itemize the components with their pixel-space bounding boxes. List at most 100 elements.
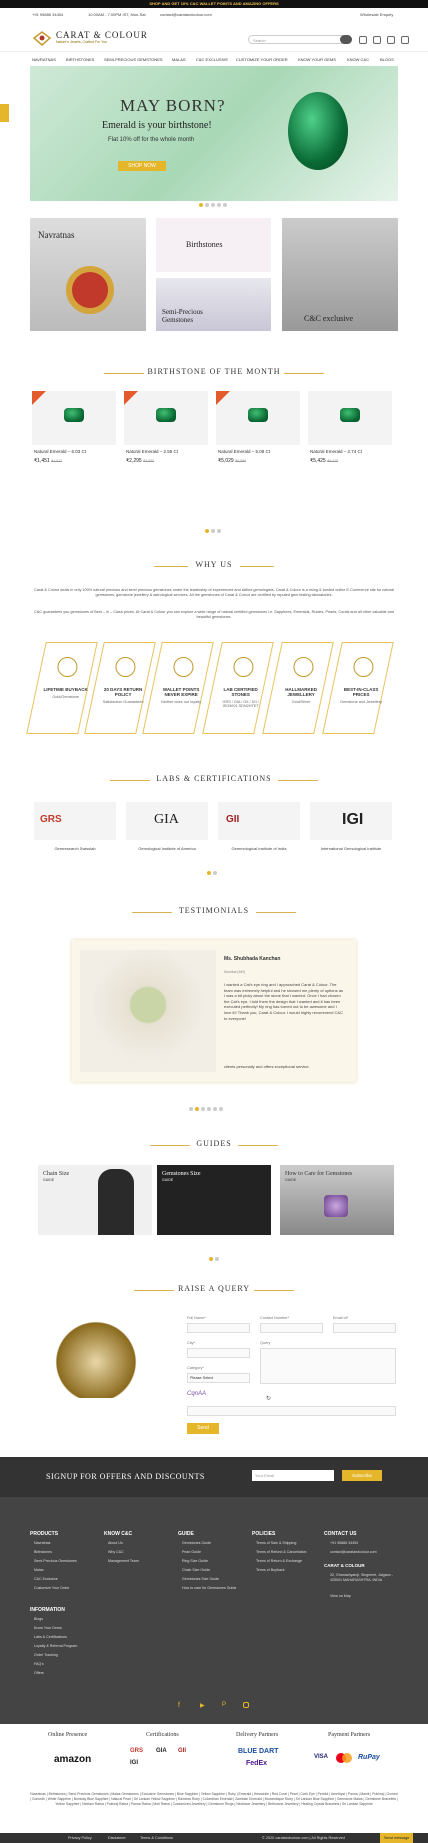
youtube-icon[interactable]: ▶	[200, 1702, 205, 1709]
footer-link[interactable]: Blogs	[34, 1617, 43, 1621]
footer-link[interactable]: Customize Your Order	[34, 1586, 69, 1590]
wholesale-link[interactable]: Wholesale Enquiry	[360, 12, 393, 17]
products-carousel-dots[interactable]	[204, 520, 222, 538]
footer-link[interactable]: Pearl Guide	[182, 1550, 201, 1554]
user-icon[interactable]	[359, 36, 367, 44]
shop-now-button[interactable]: SHOP NOW	[118, 161, 166, 171]
nav-know-cc[interactable]: KNOW C&C	[347, 57, 369, 62]
full-name-input[interactable]	[187, 1323, 250, 1333]
footer-link[interactable]: Birthstones	[34, 1550, 52, 1554]
footer-link[interactable]: C&C Exclusive	[34, 1577, 58, 1581]
cart-icon[interactable]	[387, 36, 395, 44]
hero-carousel-dots[interactable]	[198, 194, 228, 212]
search-input[interactable]: Search	[248, 35, 352, 44]
footer-link[interactable]: Management Team	[108, 1559, 139, 1563]
nav-navratnas[interactable]: NAVRATNAS	[32, 57, 56, 62]
signup-email-input[interactable]: Your Email	[252, 1470, 334, 1481]
view-map-link[interactable]: View on Map	[330, 1594, 351, 1598]
footer-link[interactable]: About Us	[108, 1541, 123, 1545]
nav-blogs[interactable]: BLOGS	[380, 57, 394, 62]
nav-malas[interactable]: MALAS	[172, 57, 186, 62]
footer-phone[interactable]: +91 95886 34454	[330, 1541, 358, 1545]
chain-size-guide[interactable]: Chain Size GUIDE	[38, 1165, 152, 1235]
contact-input[interactable]	[260, 1323, 323, 1333]
labs-carousel-dots[interactable]	[206, 862, 218, 880]
footer-link[interactable]: Chain Size Guide	[182, 1568, 210, 1572]
subscribe-button[interactable]: Subscribe	[342, 1470, 382, 1481]
lab-gia[interactable]: GIA Gemological Institute of America	[126, 802, 208, 851]
search-icon[interactable]	[340, 35, 352, 44]
bag-icon[interactable]	[401, 36, 409, 44]
nav-customize[interactable]: CUSTOMIZE YOUR ORDER	[236, 57, 288, 62]
footer-link[interactable]: Terms of Return & Exchange	[256, 1559, 302, 1563]
nav-birthstones[interactable]: BIRTHSTONES	[66, 57, 94, 62]
hero-offer: Flat 10% off for the whole month	[108, 137, 195, 143]
footer-email[interactable]: contact@caratandcolour.com	[330, 1550, 377, 1554]
fedex-logo[interactable]: FedEx	[246, 1760, 267, 1767]
footer-link[interactable]: Malas	[34, 1568, 44, 1572]
category-semi-precious[interactable]: Semi-Precious Gemstones	[156, 278, 271, 331]
product-card[interactable]: Natural Emerald – 2.55 Ct ₹2,295 ₹2,550	[124, 391, 208, 501]
footer-link[interactable]: Navratnas	[34, 1541, 50, 1545]
footer-link[interactable]: Labs & Certifications	[34, 1635, 67, 1639]
category-select[interactable]: Please Select	[187, 1373, 250, 1383]
chat-button[interactable]: Send message	[380, 1833, 414, 1843]
query-textarea[interactable]	[260, 1348, 396, 1384]
disclaimer-link[interactable]: Disclaimer	[108, 1836, 126, 1840]
category-navratnas[interactable]: Navratnas	[30, 218, 146, 331]
product-name: Natural Emerald – 5.08 Ct	[218, 449, 271, 454]
product-card[interactable]: Natural Emerald – 5.08 Ct ₹5,029 ₹5,588	[216, 391, 300, 501]
logo-icon[interactable]	[32, 30, 52, 46]
bluedart-logo[interactable]: BLUE DART	[238, 1748, 278, 1755]
side-offer-tab[interactable]	[0, 104, 9, 122]
nav-know-gems[interactable]: KNOW YOUR GEMS	[298, 57, 336, 62]
footer-link[interactable]: How to care for Gemstones Guide	[182, 1586, 242, 1590]
lab-grs[interactable]: GRS Gemresearch Swisslab	[34, 802, 116, 851]
footer-link[interactable]: Gemstones Guide	[182, 1541, 211, 1545]
footer-link[interactable]: Order Tracking	[34, 1653, 58, 1657]
footer-link[interactable]: Why C&C	[108, 1550, 124, 1554]
divider-right	[238, 1145, 278, 1146]
footer-link[interactable]: Terms of Buyback	[256, 1568, 285, 1572]
email-text[interactable]: contact@caratandcolour.com	[160, 12, 212, 17]
phone-text[interactable]: +91 95886 34454	[32, 12, 63, 17]
terms-link[interactable]: Terms & Conditions	[140, 1836, 173, 1840]
footer-link[interactable]: Gemstones Size Guide	[182, 1577, 219, 1581]
footer-link[interactable]: Offers	[34, 1671, 44, 1675]
amazon-logo[interactable]: amazon	[54, 1754, 91, 1765]
tags-links[interactable]: Navratnas | Birthstones | Semi-Precious …	[30, 1792, 398, 1807]
product-card[interactable]: Natural Emerald – 2.74 Ct ₹5,425 ₹6,028	[308, 391, 392, 501]
city-input[interactable]	[187, 1348, 250, 1358]
lab-gii[interactable]: GII Gemmological Institute of India	[218, 802, 300, 851]
footer-link[interactable]: Know Your Gems	[34, 1626, 62, 1630]
privacy-link[interactable]: Privacy Policy	[68, 1836, 92, 1840]
email-input[interactable]	[333, 1323, 396, 1333]
category-exclusive[interactable]: C&C exclusive	[282, 218, 398, 331]
heart-icon[interactable]	[373, 36, 381, 44]
refresh-icon[interactable]: ↻	[266, 1395, 271, 1402]
testimonial-carousel-dots[interactable]	[188, 1098, 224, 1116]
product-card[interactable]: Natural Emerald – 6.03 Ct ₹1,451 ₹1,612	[32, 391, 116, 501]
captcha-input[interactable]	[187, 1406, 396, 1416]
footer-link[interactable]: Terms of Refund & Cancellation	[256, 1550, 307, 1554]
pinterest-icon[interactable]: P	[222, 1702, 226, 1708]
gemstone-size-guide[interactable]: Gemstones Size GUIDE	[157, 1165, 271, 1235]
footer-link[interactable]: FAQ's	[34, 1662, 44, 1666]
footer-link[interactable]: Loyalty & Referral Program	[34, 1644, 77, 1648]
hero-banner[interactable]: MAY BORN? Emerald is your birthstone! Fl…	[30, 66, 398, 207]
emerald-image	[64, 408, 84, 422]
send-button[interactable]: Send	[187, 1423, 219, 1434]
facebook-icon[interactable]: f	[178, 1702, 180, 1709]
nav-exclusive[interactable]: C&C EXCLUSIVE	[196, 57, 228, 62]
feature-title: WALLET POINTS NEVER EXPIRE	[162, 687, 200, 697]
category-birthstones[interactable]: Birthstones	[156, 218, 271, 272]
footer-link[interactable]: Ring Size Guide	[182, 1559, 208, 1563]
instagram-icon[interactable]	[243, 1702, 249, 1708]
gem-care-guide[interactable]: How to Care for Gemstones GUIDE	[280, 1165, 394, 1235]
logo-name[interactable]: CARAT & COLOUR	[56, 30, 148, 40]
nav-semi-precious[interactable]: SEMI-PRECIOUS GEMSTONES	[104, 57, 163, 62]
footer-link[interactable]: Semi-Precious Gemstones	[34, 1559, 77, 1563]
guides-carousel-dots[interactable]	[208, 1248, 220, 1266]
lab-igi[interactable]: IGI International Gemological Institute	[310, 802, 392, 851]
footer-link[interactable]: Terms of Sale & Shipping	[256, 1541, 296, 1545]
